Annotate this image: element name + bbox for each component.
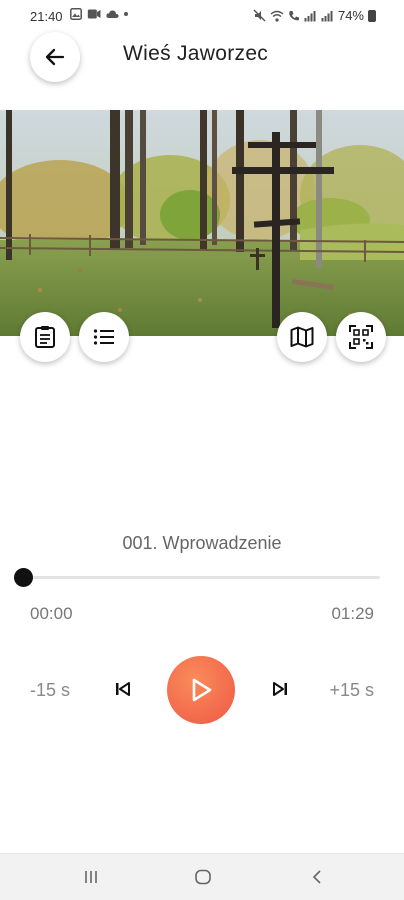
back-icon — [312, 870, 321, 884]
track-title: 001. Wprowadzenie — [122, 533, 282, 553]
wifi-icon — [270, 10, 284, 22]
progress-thumb[interactable] — [14, 568, 33, 587]
previous-track-button[interactable] — [108, 674, 138, 704]
qr-scan-button[interactable] — [336, 312, 386, 362]
track-list-button[interactable] — [79, 312, 129, 362]
skip-back-button[interactable]: -15 s — [30, 680, 70, 701]
qr-scan-icon — [349, 325, 373, 349]
app-header: Wieś Jaworzec — [0, 32, 404, 110]
progress-bar[interactable] — [22, 576, 380, 579]
signal-icon — [304, 10, 316, 21]
player-controls: -15 s +15 s — [0, 656, 404, 724]
status-left-icons — [70, 8, 128, 20]
app-screen: 21:40 74% Wieś Jaworzec 001. Wprowadzeni… — [0, 0, 404, 900]
status-right-icons: 74% — [253, 8, 376, 23]
skip-previous-icon — [116, 682, 130, 696]
arrow-left-icon — [45, 48, 65, 66]
page-title: Wieś Jaworzec — [123, 42, 269, 65]
call-icon — [289, 10, 299, 20]
recents-button[interactable] — [76, 864, 106, 890]
system-nav-bar — [0, 853, 404, 900]
location-photo — [0, 110, 404, 336]
mute-icon — [253, 9, 266, 22]
recents-icon — [85, 871, 97, 883]
notification-dot — [124, 12, 128, 16]
status-bar: 21:40 74% — [0, 0, 404, 32]
notes-icon — [35, 326, 55, 348]
play-button[interactable] — [167, 656, 235, 724]
current-time: 00:00 — [30, 604, 73, 623]
battery-percent: 74% — [337, 8, 364, 23]
skip-forward-button[interactable]: +15 s — [329, 680, 374, 701]
back-button[interactable] — [30, 32, 80, 82]
signal-icon-2 — [321, 10, 333, 21]
status-time: 21:40 — [30, 9, 63, 24]
list-icon — [93, 329, 114, 345]
play-icon — [192, 678, 212, 702]
next-track-button[interactable] — [265, 674, 295, 704]
cloud-icon — [106, 10, 119, 18]
notes-button[interactable] — [20, 312, 70, 362]
home-button[interactable] — [188, 864, 218, 890]
total-time: 01:29 — [331, 604, 374, 623]
skip-next-icon — [273, 682, 287, 696]
map-button[interactable] — [277, 312, 327, 362]
home-icon — [195, 869, 211, 885]
system-back-button[interactable] — [302, 864, 332, 890]
gallery-icon — [70, 8, 82, 20]
map-icon — [290, 326, 314, 348]
location-photo-image — [0, 110, 404, 336]
video-icon — [87, 9, 101, 19]
battery-icon — [368, 9, 376, 22]
